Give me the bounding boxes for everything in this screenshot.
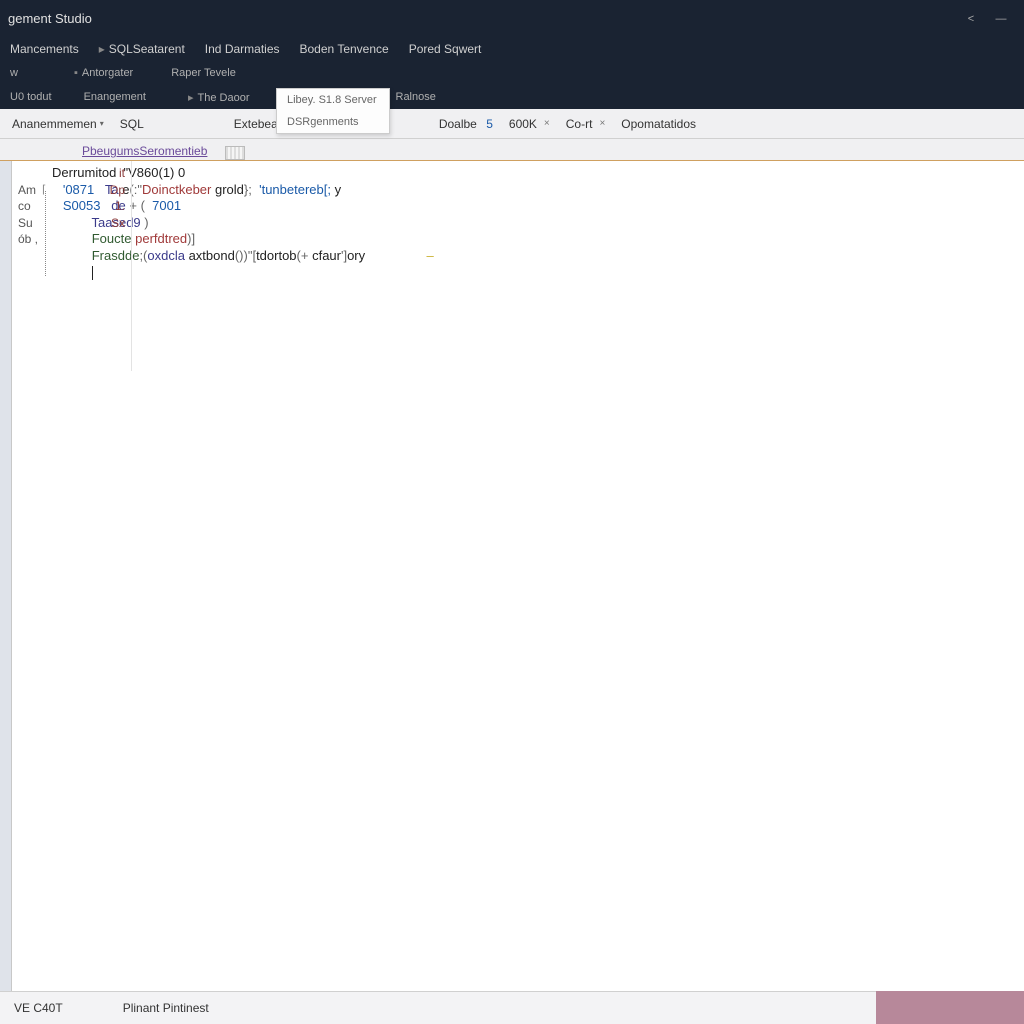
menu-item[interactable]: w	[0, 67, 28, 79]
tool-item[interactable]: Co-rt×	[558, 117, 614, 131]
dropdown-item[interactable]: DSRgenments	[277, 111, 389, 133]
menu-row-2: w ▪Antorgater Raper Tevele	[0, 61, 1024, 85]
tool-item[interactable]: SQL	[112, 117, 152, 131]
list-item: ób ,	[18, 231, 125, 248]
title-bar: gement Studio < —	[0, 0, 1024, 37]
gutter	[0, 161, 12, 991]
list-item: it	[18, 165, 125, 182]
status-badge[interactable]	[876, 991, 1024, 1024]
tab-bar: PbeugumsSeromentieb	[0, 139, 1024, 161]
menu-row-3: U0 todut Enangement ▸The Daoor Ralnose	[0, 85, 1024, 109]
menu-item[interactable]: Pored Sqwert	[399, 42, 492, 56]
dropdown-menu: Libey. S1.8 Server DSRgenments	[276, 88, 390, 134]
list-item: co1.	[18, 198, 125, 215]
minimize-button[interactable]: —	[986, 7, 1016, 31]
menu-item[interactable]: Boden Tenvence	[290, 42, 399, 56]
tool-item[interactable]: Opomatatidos	[613, 117, 704, 131]
toolbar: Ananemmemen▾ SQL Extebead Doalbe 5 600K×…	[0, 109, 1024, 139]
close-icon: ×	[544, 118, 550, 129]
menu-item[interactable]: Raper Tevele	[161, 67, 246, 79]
status-bar: VE C40T Plinant Pintinest	[0, 991, 1024, 1024]
tool-item[interactable]: 600K×	[501, 117, 558, 131]
menu-item[interactable]: ▸The Daoor	[178, 91, 260, 104]
menu-item[interactable]: Ralnose	[386, 91, 446, 103]
code-editor[interactable]: Derrumitod "V860(1) 0 '0871 Ta e(:"Doinc…	[12, 161, 1024, 991]
main-area: Derrumitod "V860(1) 0 '0871 Ta e(:"Doinc…	[0, 161, 1024, 991]
menu-row-1: Mancements ▸SQLSeatarent Ind Darmaties B…	[0, 37, 1024, 61]
app-title: gement Studio	[8, 11, 92, 26]
tab-active[interactable]: PbeugumsSeromentieb	[68, 141, 221, 160]
status-left: VE C40T	[14, 1001, 63, 1015]
tool-item[interactable]: Doalbe 5	[431, 117, 501, 131]
dropdown-item[interactable]: Libey. S1.8 Server	[277, 89, 389, 111]
ruler-handle[interactable]	[225, 146, 245, 160]
tool-item[interactable]: Ananemmemen▾	[4, 117, 112, 131]
status-mid: Plinant Pintinest	[123, 1001, 209, 1015]
left-pane: it AmDp co1. SuSx ób ,	[12, 161, 132, 371]
menu-item[interactable]: ▪Antorgater	[64, 67, 143, 79]
close-icon: ×	[599, 118, 605, 129]
list-item: AmDp	[18, 182, 125, 199]
menu-item[interactable]: Enangement	[74, 91, 156, 103]
menu-item[interactable]: Mancements	[0, 42, 89, 56]
menu-item[interactable]: Ind Darmaties	[195, 42, 290, 56]
menu-item[interactable]: ▸SQLSeatarent	[89, 42, 195, 56]
menu-bar: Mancements ▸SQLSeatarent Ind Darmaties B…	[0, 37, 1024, 109]
list-item: SuSx	[18, 215, 125, 232]
menu-item[interactable]: U0 todut	[0, 91, 62, 103]
back-button[interactable]: <	[956, 7, 986, 31]
